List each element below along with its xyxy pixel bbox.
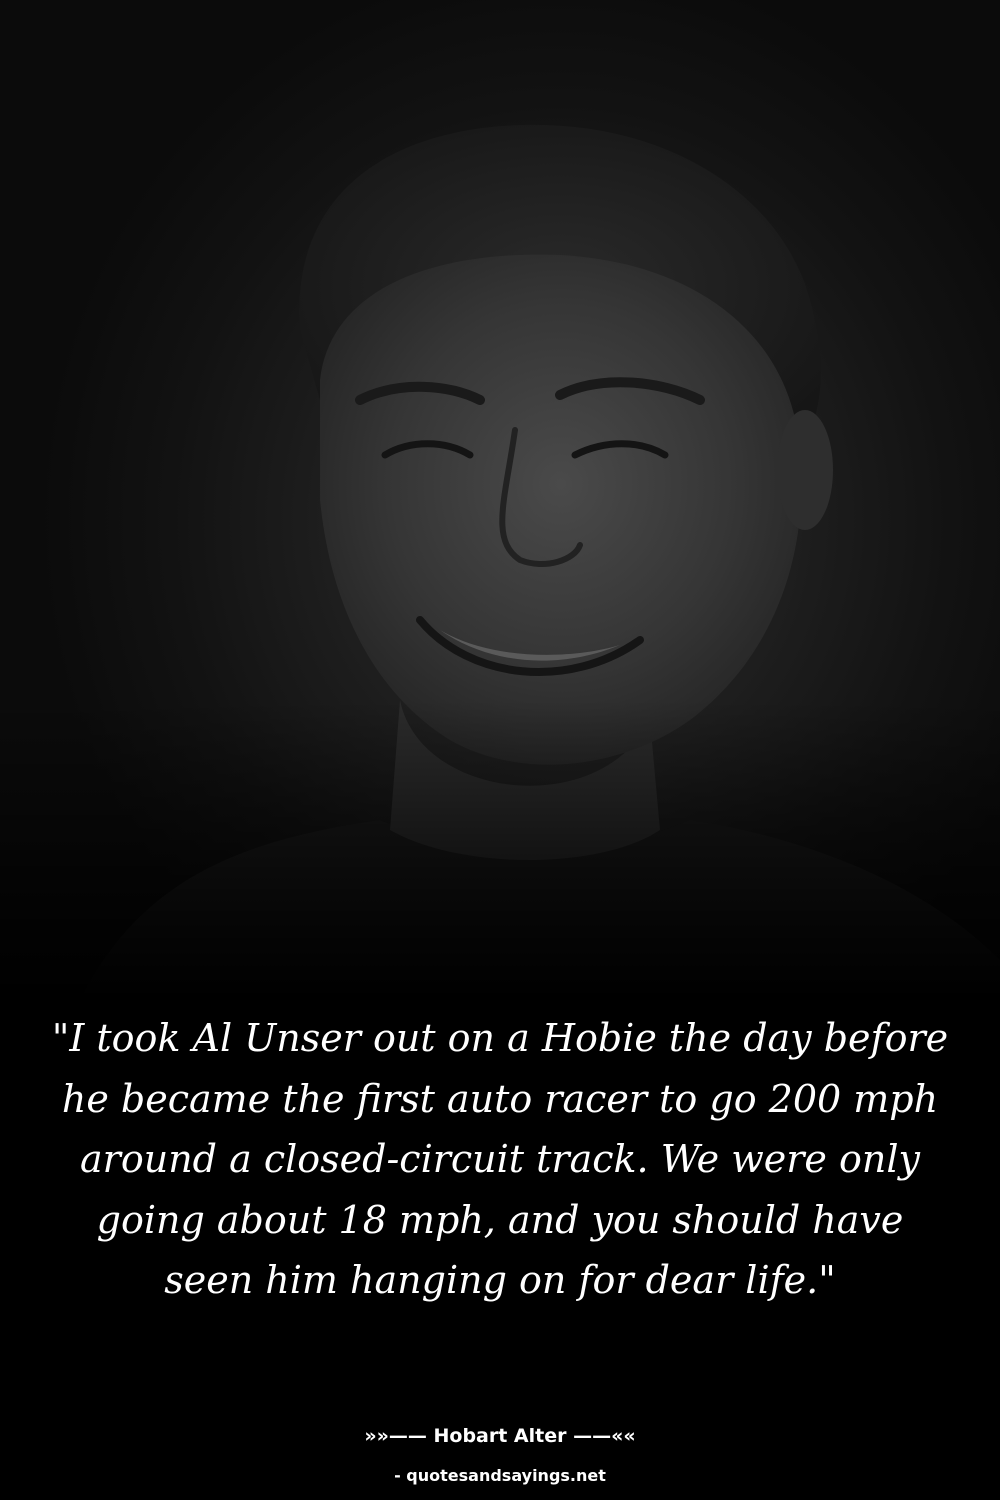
photo-fade-overlay xyxy=(0,700,1000,1000)
quote-card: "I took Al Unser out on a Hobie the day … xyxy=(0,0,1000,1500)
author-attribution: »»—— Hobart Alter ——«« xyxy=(364,1425,636,1447)
source-credit: - quotesandsayings.net xyxy=(394,1466,606,1485)
portrait-photo xyxy=(0,0,1000,1000)
quote-text: "I took Al Unser out on a Hobie the day … xyxy=(51,1016,949,1302)
